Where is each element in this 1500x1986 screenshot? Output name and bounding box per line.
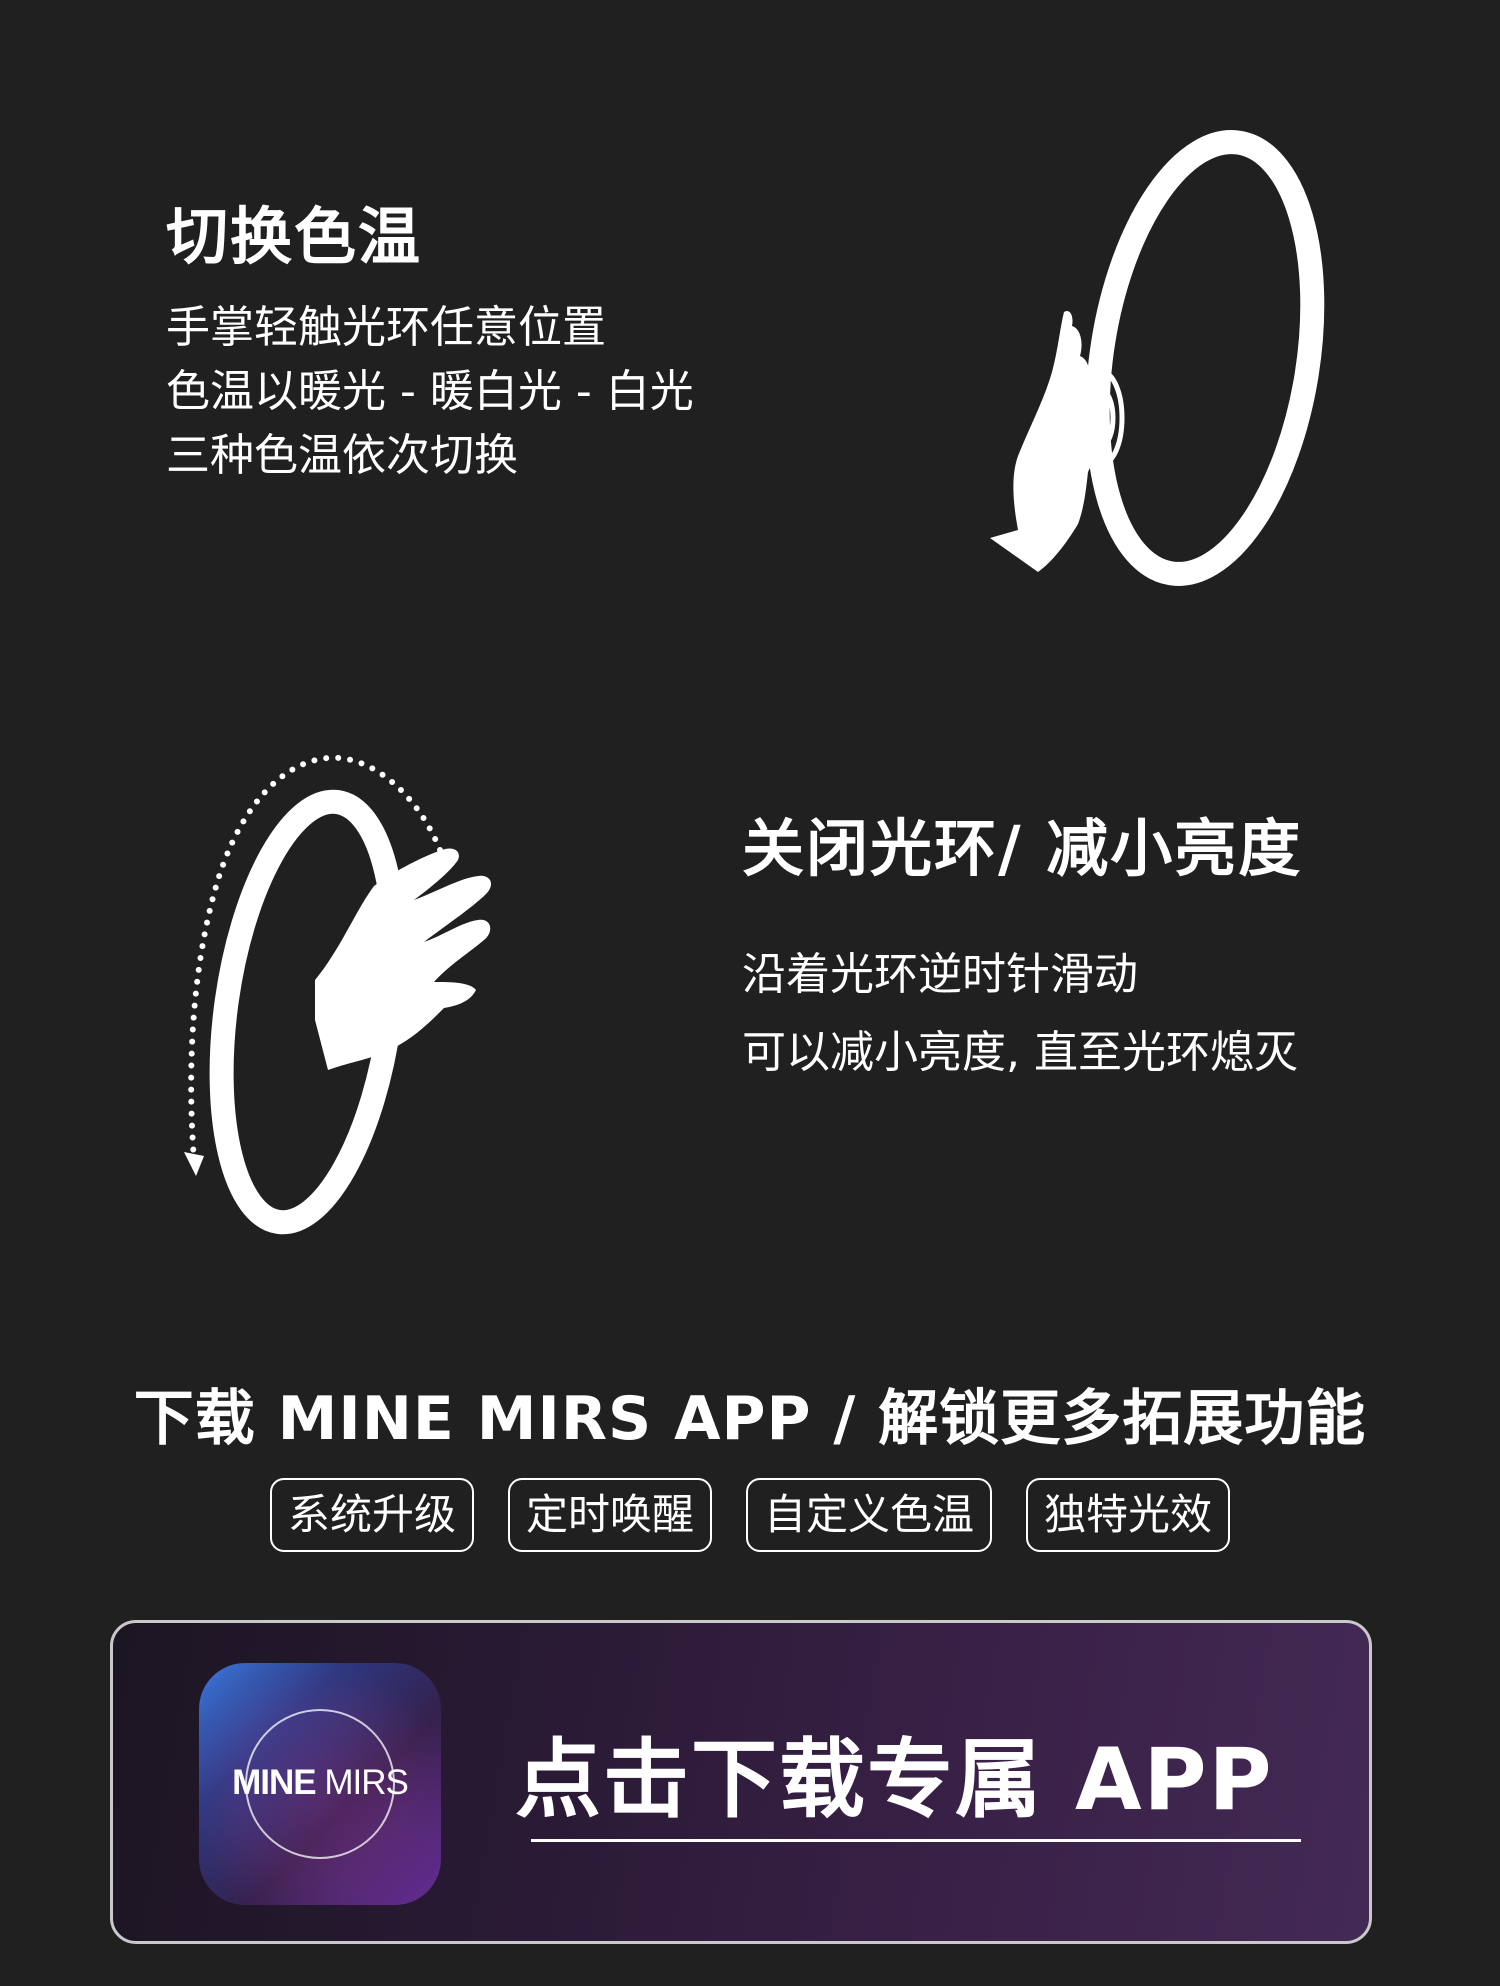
feature-tag-unique-light-effects: 独特光效 (1026, 1478, 1231, 1552)
app-logo-brand-light: MIRS (324, 1763, 408, 1802)
brightness-description: 沿着光环逆时针滑动 可以减小亮度, 直至光环熄灭 (742, 936, 1298, 1092)
app-logo-brand-bold: MINE (232, 1763, 316, 1802)
feature-tags: 系统升级 定时唤醒 自定义色温 独特光效 (0, 1478, 1500, 1552)
brightness-section: 关闭光环/ 减小亮度 沿着光环逆时针滑动 可以减小亮度, 直至光环熄灭 (0, 640, 1500, 1260)
hand-touch-ring-icon (990, 130, 1325, 586)
download-app-button[interactable]: MINE MIRS 点击下载专属 APP (110, 1620, 1372, 1944)
hand-swipe-ring-icon (184, 754, 492, 1235)
feature-tag-system-upgrade: 系统升级 (269, 1478, 474, 1552)
cta-underline (531, 1839, 1301, 1842)
brightness-title: 关闭光环/ 减小亮度 (742, 812, 1303, 885)
feature-tag-timed-wake: 定时唤醒 (507, 1478, 712, 1552)
color-temp-section: 切换色温 手掌轻触光环任意位置 色温以暖光 - 暖白光 - 白光 三种色温依次切… (0, 0, 1500, 640)
app-logo-icon: MINE MIRS (199, 1663, 441, 1905)
color-temp-line-3: 三种色温依次切换 (166, 430, 518, 481)
feature-tag-custom-color-temp: 自定义色温 (746, 1478, 993, 1552)
color-temp-line-2: 色温以暖光 - 暖白光 - 白光 (166, 366, 694, 417)
color-temp-description: 手掌轻触光环任意位置 色温以暖光 - 暖白光 - 白光 三种色温依次切换 (166, 296, 694, 488)
color-temp-title: 切换色温 (166, 200, 423, 273)
download-headline: 下载 MINE MIRS APP / 解锁更多拓展功能 (133, 1384, 1367, 1454)
brightness-line-1: 沿着光环逆时针滑动 (742, 949, 1138, 1000)
download-cta-label[interactable]: 点击下载专属 APP (515, 1709, 1274, 1834)
app-logo-brand: MINE MIRS (199, 1763, 441, 1803)
brightness-line-2: 可以减小亮度, 直至光环熄灭 (742, 1027, 1298, 1078)
color-temp-line-1: 手掌轻触光环任意位置 (166, 302, 606, 353)
